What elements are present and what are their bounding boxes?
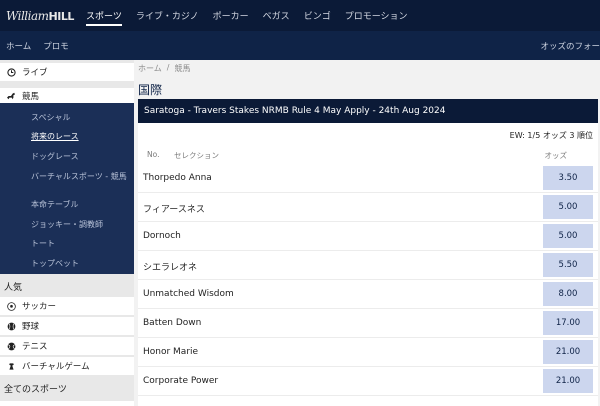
logo-wordmark: WilliamHILL	[6, 8, 74, 23]
runner-name: Batten Down	[143, 318, 202, 328]
sidebar-item-label: サッカー	[22, 302, 57, 312]
top-nav-vegas[interactable]: ベガス	[263, 0, 290, 31]
sidebar-item-label: バーチャルゲーム	[22, 362, 90, 372]
popular-heading: 人気	[4, 283, 23, 293]
runner-row: Unmatched Wisdom 8.00	[138, 280, 598, 309]
breadcrumb-home[interactable]: ホーム	[138, 63, 162, 74]
all-sports-heading: 全てのスポーツ	[4, 385, 67, 395]
sidebar-item-label: テニス	[22, 342, 48, 352]
top-nav-sports[interactable]: スポーツ	[86, 0, 122, 31]
sidebar-item-live[interactable]: ライブ	[0, 63, 134, 81]
odds-button[interactable]: 3.50	[543, 166, 593, 190]
runner-name: Unmatched Wisdom	[143, 289, 234, 299]
event-title: Saratoga - Travers Stakes NRMB Rule 4 Ma…	[144, 106, 446, 116]
sidebar-item-horse-racing[interactable]: 競馬	[0, 88, 134, 103]
submenu-specials[interactable]: スペシャル	[31, 113, 70, 123]
runner-name: Honor Marie	[143, 347, 199, 357]
sidebar-item-tennis[interactable]: テニス	[0, 337, 134, 355]
clock-icon	[0, 67, 22, 77]
submenu-favourites-table[interactable]: 本命テーブル	[31, 200, 79, 210]
runner-row: Thorpedo Anna 3.50	[138, 164, 598, 193]
sidebar-item-label: 野球	[22, 322, 40, 332]
baseball-icon	[0, 322, 22, 331]
odds-button[interactable]: 21.00	[543, 340, 593, 364]
runner-row: Corporate Power 21.00	[138, 367, 598, 396]
tennis-ball-icon	[0, 342, 22, 351]
sidebar: ライブ 競馬 スペシャル 将来のレース ドッグレース バーチャルスポーツ - 競…	[0, 60, 134, 406]
odds-button[interactable]: 21.00	[543, 369, 593, 393]
top-nav-poker[interactable]: ポーカー	[213, 0, 249, 31]
secondary-navigation-bar: ホーム プロモ オッズのフォー	[0, 31, 600, 60]
soccer-ball-icon	[0, 301, 22, 311]
william-hill-logo[interactable]: WilliamHILL	[0, 0, 86, 31]
top-navigation-bar: WilliamHILL スポーツ ライブ・カジノ ポーカー ベガス ビンゴ プロ…	[0, 0, 600, 31]
column-header-selection: セレクション	[174, 151, 219, 160]
horse-icon	[0, 92, 22, 100]
odds-button[interactable]: 17.00	[543, 311, 593, 335]
sidebar-item-label: 競馬	[22, 91, 40, 102]
column-header-number: No.	[147, 150, 160, 159]
runner-row: Dornoch 5.00	[138, 222, 598, 251]
horse-racing-submenu: スペシャル 将来のレース ドッグレース バーチャルスポーツ - 競馬 本命テーブ…	[0, 103, 134, 274]
odds-format-selector[interactable]: オッズのフォー	[540, 31, 600, 60]
submenu-jockeys-trainers[interactable]: ジョッキー・調教師	[31, 220, 103, 230]
odds-button[interactable]: 8.00	[543, 282, 593, 306]
sidebar-item-baseball[interactable]: 野球	[0, 317, 134, 335]
odds-button[interactable]: 5.50	[543, 253, 593, 277]
submenu-greyhounds[interactable]: ドッグレース	[31, 152, 79, 162]
runner-name: Thorpedo Anna	[143, 173, 212, 183]
sidebar-item-virtual-games[interactable]: バーチャルゲーム	[0, 357, 134, 375]
runner-row: シエラレオネ 5.50	[138, 251, 598, 280]
top-nav-bingo[interactable]: ビンゴ	[304, 0, 331, 31]
runner-row: Honor Marie 21.00	[138, 338, 598, 367]
each-way-terms: EW: 1/5 オッズ 3 順位	[509, 131, 593, 140]
subnav-home[interactable]: ホーム	[6, 40, 31, 52]
sidebar-item-label: ライブ	[22, 68, 48, 78]
runner-name: Corporate Power	[143, 376, 219, 386]
runner-name: シエラレオネ	[143, 263, 198, 273]
top-nav: スポーツ ライブ・カジノ ポーカー ベガス ビンゴ プロモーション	[86, 0, 422, 31]
runner-name: フィアースネス	[143, 205, 205, 215]
top-nav-promotions[interactable]: プロモーション	[345, 0, 408, 31]
runners-panel: EW: 1/5 オッズ 3 順位 No. セレクション オッズ Thorpedo…	[138, 123, 598, 406]
page-title: 国際	[138, 83, 163, 97]
submenu-tote[interactable]: トート	[31, 239, 55, 249]
sidebar-item-all-sports-first[interactable]	[0, 401, 134, 406]
sidebar-item-soccer[interactable]: サッカー	[0, 297, 134, 315]
odds-button[interactable]: 5.00	[543, 195, 593, 219]
runner-row: フィアースネス 5.00	[138, 193, 598, 222]
submenu-top-bets[interactable]: トップベット	[31, 259, 79, 269]
subnav-promo[interactable]: プロモ	[43, 40, 69, 52]
column-header-odds: オッズ	[544, 151, 568, 160]
breadcrumb: ホーム / 競馬	[138, 63, 190, 74]
submenu-virtual-horse-racing[interactable]: バーチャルスポーツ - 競馬	[31, 172, 127, 182]
runner-row: Batten Down 17.00	[138, 309, 598, 338]
event-title-bar: Saratoga - Travers Stakes NRMB Rule 4 Ma…	[138, 99, 598, 123]
submenu-future-races[interactable]: 将来のレース	[31, 132, 79, 142]
virtual-game-icon	[0, 362, 22, 371]
breadcrumb-horse-racing[interactable]: 競馬	[174, 63, 190, 74]
top-nav-live-casino[interactable]: ライブ・カジノ	[136, 0, 199, 31]
breadcrumb-separator: /	[166, 63, 170, 72]
odds-button[interactable]: 5.00	[543, 224, 593, 248]
main-content: ホーム / 競馬 国際 Saratoga - Travers Stakes NR…	[138, 60, 600, 406]
runner-name: Dornoch	[143, 231, 181, 241]
